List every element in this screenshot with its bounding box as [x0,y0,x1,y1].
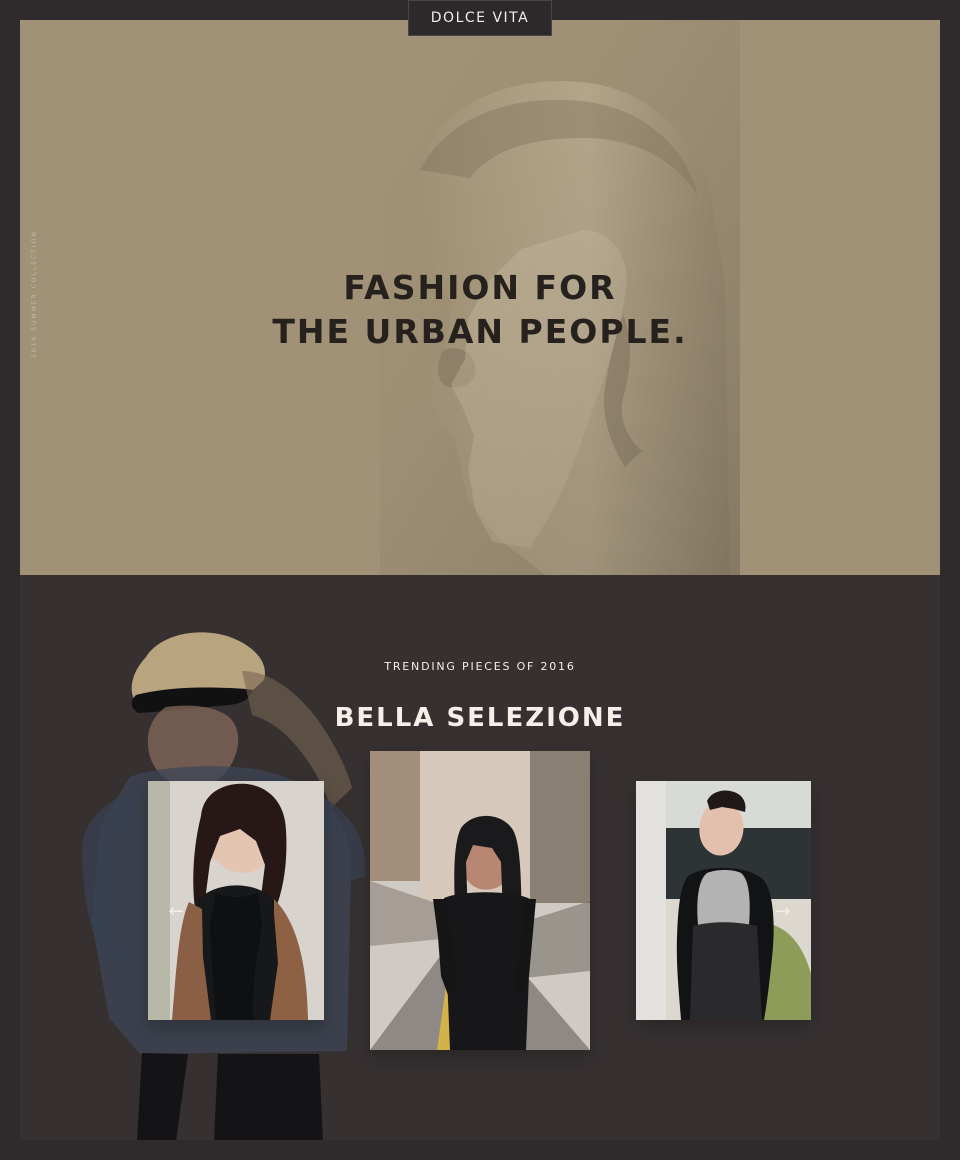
brand-logo[interactable]: DOLCE VITA [408,0,552,36]
hero-title-line-2: THE URBAN PEOPLE. [272,312,688,352]
section-title: BELLA SELEZIONE [334,702,626,733]
trending-section: TRENDING PIECES OF 2016 BELLA SELEZIONE [20,575,940,1140]
arrow-right-icon[interactable]: → [773,902,793,922]
arrow-left-icon[interactable]: ← [166,902,186,922]
hero-title-line-1: FASHION FOR [343,268,617,308]
hero-title: FASHION FOR THE URBAN PEOPLE. [20,266,940,354]
product-card-2[interactable] [370,751,590,1050]
hero-section: 2016 SUMMER COLLECTION FASHION FOR THE U… [20,20,940,575]
section-eyebrow: TRENDING PIECES OF 2016 [384,660,576,673]
product-image-2 [370,751,590,1050]
page-bottom-border [20,1140,940,1160]
page-frame: DOLCE VITA 2016 SUMMER COLLECTION FASHIO… [0,0,960,1160]
